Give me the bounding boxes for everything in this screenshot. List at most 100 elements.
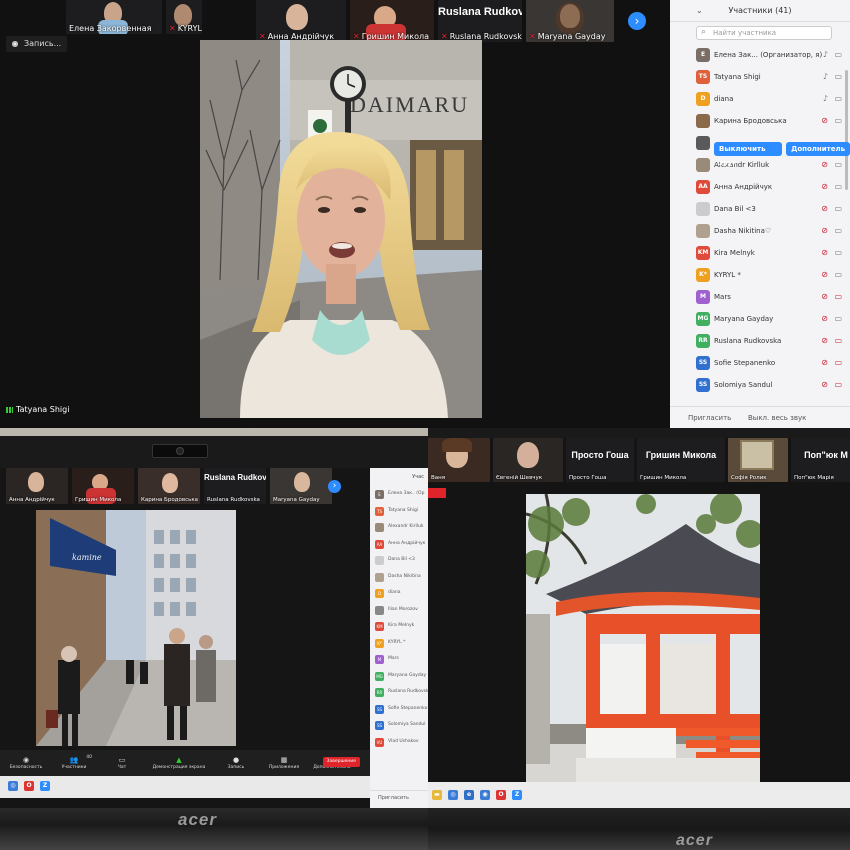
camera-off-icon[interactable]: ▭ [834, 352, 842, 374]
participant-row[interactable]: Alexandr Kirlluk [370, 519, 428, 536]
microphone-icon[interactable]: ♪ [823, 44, 828, 66]
participant-row[interactable]: K* KYRYL * [370, 635, 428, 652]
participant-row[interactable]: Ddiana [370, 585, 428, 602]
participant-row[interactable]: Dasha Nikitina♡ ⊘ ▭ [670, 220, 850, 242]
more-options-button[interactable]: Дополнитель [786, 142, 850, 156]
participant-thumbnail[interactable]: Ruslana Rudkov Ruslana Rudkovska [204, 468, 266, 504]
camera-icon[interactable]: ▭ [834, 198, 842, 220]
browser-icon[interactable]: ◉ [480, 790, 490, 800]
participant-row[interactable]: M Mars [370, 651, 428, 668]
participant-thumbnail[interactable]: Maryana Gayday [270, 468, 332, 504]
participant-thumbnail[interactable]: Просто Гоша Просто Гоша [566, 438, 634, 482]
chrome-icon[interactable]: ◎ [448, 790, 458, 800]
chevron-down-icon[interactable]: ⌄ [696, 0, 703, 22]
zoom-icon[interactable]: Z [40, 781, 50, 791]
participant-row[interactable]: SS Solomiya Sandul [370, 717, 428, 734]
participant-row[interactable]: Dasha Nikitina [370, 569, 428, 586]
participant-thumbnail[interactable]: Гришин Микола [72, 468, 134, 504]
participant-thumbnail[interactable]: Ваня [428, 438, 490, 482]
microphone-muted-icon[interactable]: ⊘ [821, 198, 828, 220]
microphone-muted-icon[interactable]: ⊘ [821, 220, 828, 242]
camera-off-icon[interactable]: ▭ [834, 286, 842, 308]
camera-icon[interactable]: ▭ [834, 66, 842, 88]
participant-row[interactable]: Е Елена Зак... (Организатор, я) ♪ ▭ [670, 44, 850, 66]
participant-row[interactable]: KM Kira Melnyk ⊘ ▭ [670, 242, 850, 264]
participant-row[interactable]: RR Ruslana Rudkovska [370, 684, 428, 701]
next-page-button[interactable]: › [328, 480, 341, 493]
participant-row[interactable]: Ddiana ♪ ▭ [670, 88, 850, 110]
camera-off-icon[interactable]: ▭ [834, 374, 842, 396]
microphone-muted-icon[interactable]: ⊘ [821, 286, 828, 308]
microphone-muted-icon[interactable]: ⊘ [821, 352, 828, 374]
participant-row[interactable]: SS Sofie Stepanenko [370, 701, 428, 718]
microphone-icon[interactable]: ♪ [823, 88, 828, 110]
participant-row[interactable]: TS Tatyana Shigi ♪ ▭ [670, 66, 850, 88]
participant-thumbnail[interactable]: Гришин Микола Гришин Микола [637, 438, 725, 482]
browser-icon[interactable]: ◎ [8, 781, 18, 791]
participant-row[interactable]: K* KYRYL * ⊘ ▭ [670, 264, 850, 286]
participant-row[interactable]: M Mars ⊘ ▭ [670, 286, 850, 308]
participant-thumbnail[interactable]: Поп"юк М Поп"юк Марія [791, 438, 850, 482]
participant-thumbnail[interactable]: ✕ Гришин Микола [350, 0, 434, 42]
invite-button[interactable]: Пригласить [688, 407, 731, 428]
participant-thumbnail[interactable]: Євгеній Шевчук [493, 438, 563, 482]
camera-icon[interactable]: ▭ [834, 110, 842, 132]
next-page-button[interactable]: › [628, 12, 646, 30]
microphone-muted-icon[interactable]: ⊘ [821, 330, 828, 352]
participant-thumbnail[interactable]: Карина Бродовська [138, 468, 200, 504]
panel-scrollbar[interactable] [845, 70, 848, 190]
participant-row[interactable]: Dana Bil <3 [370, 552, 428, 569]
camera-icon[interactable]: ▭ [834, 88, 842, 110]
microphone-muted-icon[interactable]: ⊘ [821, 308, 828, 330]
participant-row[interactable]: Карина Бродовська ⊘ ▭ [670, 110, 850, 132]
participant-thumbnail[interactable]: Софія Ролик [728, 438, 788, 482]
participant-row[interactable]: MG Maryana Gayday ⊘ ▭ [670, 308, 850, 330]
participant-search-input[interactable]: Найти участника [696, 26, 832, 40]
microphone-muted-icon[interactable]: ⊘ [821, 264, 828, 286]
participant-row[interactable]: KM Kira Melnyk [370, 618, 428, 635]
edge-icon[interactable]: e [464, 790, 474, 800]
participant-row[interactable]: MG Maryana Gayday [370, 668, 428, 685]
microphone-icon[interactable]: ♪ [823, 66, 828, 88]
folder-icon[interactable]: ▬ [432, 790, 442, 800]
participant-thumbnail[interactable]: Ruslana Rudkov ✕ Ruslana Rudkovska [438, 0, 522, 42]
microphone-muted-icon[interactable]: ⊘ [821, 374, 828, 396]
participant-row[interactable]: RR Ruslana Rudkovska ⊘ ▭ [670, 330, 850, 352]
participant-row[interactable]: AA Анна Андрійчук ⊘ ▭ [670, 176, 850, 198]
toolbar-button[interactable]: ▦ Приложения [262, 756, 306, 770]
zoom-icon[interactable]: Z [512, 790, 522, 800]
microphone-muted-icon[interactable]: ⊘ [821, 110, 828, 132]
opera-icon[interactable]: O [24, 781, 34, 791]
opera-icon[interactable]: O [496, 790, 506, 800]
participant-thumbnail[interactable]: ✕ Анна Андрійчук [256, 0, 346, 42]
microphone-muted-icon[interactable]: ⊘ [821, 154, 828, 176]
toolbar-button[interactable]: 👥 40 Участники [52, 755, 96, 770]
participant-row[interactable]: SS Solomiya Sandul ⊘ ▭ [670, 374, 850, 396]
camera-icon[interactable]: ▭ [834, 220, 842, 242]
camera-icon[interactable]: ▭ [834, 264, 842, 286]
participant-row[interactable]: VU Vlad Ushakov [370, 734, 428, 751]
toolbar-button[interactable]: ◉ Безопасность [4, 756, 48, 770]
participant-row[interactable]: SS Sofie Stepanenko ⊘ ▭ [670, 352, 850, 374]
toolbar-button[interactable]: ▲ Демонстрация экрана [148, 756, 210, 770]
participant-row[interactable]: AA Анна Андрійчук [370, 536, 428, 553]
participant-row[interactable]: Alexandr Kirlluk ⊘ ▭ [670, 154, 850, 176]
toolbar-button[interactable]: ▭ Чат [100, 756, 144, 770]
participant-thumbnail[interactable]: ✕ Maryana Gayday [526, 0, 614, 42]
microphone-muted-icon[interactable]: ⊘ [821, 242, 828, 264]
camera-icon[interactable]: ▭ [834, 154, 842, 176]
camera-icon[interactable]: ▭ [834, 176, 842, 198]
participant-thumbnail[interactable]: ✕ KYRYL [166, 0, 202, 34]
toolbar-button[interactable]: ● Запись [214, 756, 258, 770]
participant-row[interactable]: TS Tatyana Shigi [370, 503, 428, 520]
mute-participant-button[interactable]: Выключить звук [714, 142, 783, 167]
camera-icon[interactable]: ▭ [834, 308, 842, 330]
participant-row[interactable]: Е Елена Зак.. (Ор [370, 486, 428, 503]
recording-indicator[interactable]: Запись... [6, 36, 68, 52]
camera-icon[interactable]: ▭ [834, 242, 842, 264]
invite-button[interactable]: Пригласить [378, 795, 409, 801]
microphone-muted-icon[interactable]: ⊘ [821, 176, 828, 198]
camera-icon[interactable]: ▭ [834, 44, 842, 66]
participant-row[interactable]: Ilian Morozov [370, 602, 428, 619]
participant-thumbnail[interactable]: Анна Андрійчук [6, 468, 68, 504]
